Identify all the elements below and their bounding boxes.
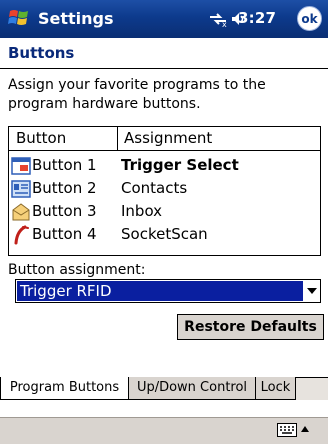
list-header: Button Assignment <box>9 127 320 151</box>
list-item[interactable]: Button 2 Contacts <box>11 177 317 200</box>
column-header-assignment[interactable]: Assignment <box>118 127 326 150</box>
selected-program: Trigger RFID <box>17 281 303 301</box>
windows-start-icon[interactable] <box>8 7 30 29</box>
tab-program-buttons[interactable]: Program Buttons <box>0 377 129 400</box>
assignment-name: Contacts <box>121 179 188 197</box>
button-assignment-label: Button assignment: <box>8 262 146 278</box>
socketscan-icon <box>14 225 29 245</box>
column-header-button[interactable]: Button <box>9 127 118 150</box>
heading-divider <box>0 68 328 69</box>
dropdown-arrow-icon[interactable] <box>307 287 317 295</box>
button-name: Button 2 <box>32 179 97 197</box>
menu-bar <box>0 417 328 444</box>
restore-defaults-button[interactable]: Restore Defaults <box>177 314 324 340</box>
tab-up-down-control[interactable]: Up/Down Control <box>128 377 256 400</box>
contacts-icon <box>11 180 31 198</box>
button-name: Button 4 <box>32 225 97 243</box>
page-description: Assign your favorite programs to the pro… <box>8 77 266 112</box>
assignment-name: Trigger Select <box>121 156 239 174</box>
list-item[interactable]: Button 4 SocketScan <box>11 223 317 246</box>
page-title: Buttons <box>8 44 75 62</box>
clock[interactable]: 3:27 <box>238 9 276 27</box>
title-bar: Settings x 3:27 ok <box>0 0 328 38</box>
inbox-envelope-icon <box>12 203 30 221</box>
assignment-name: Inbox <box>121 202 163 220</box>
trigger-app-icon <box>11 157 31 175</box>
input-panel-arrow-icon[interactable] <box>301 425 309 433</box>
button-name: Button 3 <box>32 202 97 220</box>
svg-text:x: x <box>222 20 227 28</box>
button-assignment-select[interactable]: Trigger RFID <box>15 279 321 303</box>
tab-lock[interactable]: Lock <box>255 377 296 400</box>
connectivity-icon[interactable]: x <box>207 10 229 28</box>
assignment-name: SocketScan <box>121 225 208 243</box>
keyboard-icon[interactable] <box>277 423 297 437</box>
ok-button[interactable]: ok <box>297 6 322 31</box>
list-item[interactable]: Button 3 Inbox <box>11 200 317 223</box>
list-item[interactable]: Button 1 Trigger Select <box>11 154 317 177</box>
button-name: Button 1 <box>32 156 97 174</box>
button-assignment-list[interactable]: Button Assignment Button 1 Trigger Selec… <box>8 126 321 256</box>
app-title: Settings <box>38 9 114 28</box>
